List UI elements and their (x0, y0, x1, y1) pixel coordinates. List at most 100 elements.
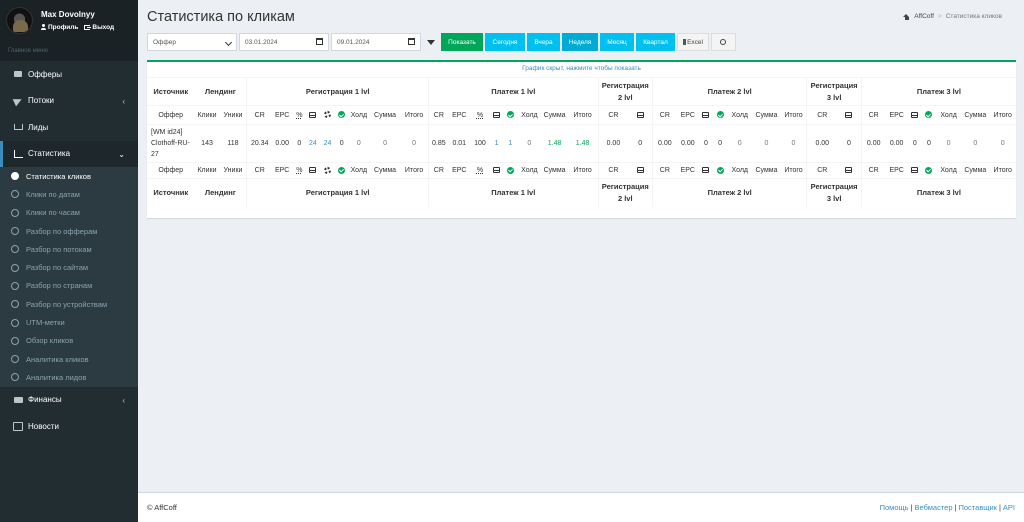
col-offer[interactable]: Оффер (147, 105, 195, 125)
cell-r1-gear[interactable]: 24 (319, 124, 336, 163)
col-p1-inbox[interactable] (490, 105, 504, 125)
col-r1-sum: Сумма (369, 162, 401, 179)
logout-link[interactable]: Выход (84, 24, 114, 31)
col-p3-inbox[interactable] (907, 105, 922, 125)
col-p2-sum[interactable]: Сумма (752, 105, 781, 125)
col-p2-total[interactable]: Итого (780, 105, 807, 125)
col-r1-gear[interactable] (319, 105, 336, 125)
profile-link[interactable]: Профиль (41, 24, 78, 31)
cell-p1-pct: 100 (469, 124, 491, 163)
footer-link-api[interactable]: API (1003, 503, 1015, 512)
col-r3-inbox[interactable] (837, 105, 862, 125)
calendar-icon[interactable] (316, 38, 323, 45)
date-to-input[interactable]: 09.01.2024 (331, 33, 421, 51)
yesterday-button[interactable]: Вчера (527, 33, 560, 51)
group-landing: Лендинг (194, 77, 247, 106)
sidebar-item-news[interactable]: Новости (0, 413, 138, 440)
sub-item-by-sites[interactable]: Разбор по сайтам (0, 258, 138, 276)
sub-item-by-offers[interactable]: Разбор по офферам (0, 222, 138, 240)
excel-button[interactable]: Excel (677, 33, 709, 51)
sub-item-by-streams[interactable]: Разбор по потокам (0, 240, 138, 258)
cell-r1-inbox[interactable]: 24 (306, 124, 320, 163)
sub-item-lead-analytics[interactable]: Аналитика лидов (0, 368, 138, 386)
sub-item-clicks-overview[interactable]: Обзор кликов (0, 332, 138, 350)
circle-icon (11, 355, 19, 364)
col-r1-total[interactable]: Итого (400, 105, 429, 125)
sub-item-by-devices[interactable]: Разбор по устройствам (0, 295, 138, 313)
col-r1-check[interactable] (335, 105, 348, 125)
col-p3-total[interactable]: Итого (989, 105, 1016, 125)
col-p1-hold[interactable]: Холд (517, 105, 542, 125)
sub-item-clicks-by-hour[interactable]: Клики по часам (0, 204, 138, 222)
chart-toggle-link[interactable]: График скрыт, нажмите чтобы показать (147, 65, 1016, 77)
col-p3-hold[interactable]: Холд (935, 105, 962, 125)
logout-label: Выход (92, 23, 115, 31)
cell-p1-inbox[interactable]: 1 (490, 124, 504, 163)
col-p1-check[interactable] (503, 105, 518, 125)
col-p2-epc[interactable]: EPC (676, 105, 699, 125)
cell-p1-epc: 0.01 (448, 124, 470, 163)
footer-link-help[interactable]: Помощь (880, 503, 909, 512)
offer-select[interactable]: Оффер (147, 33, 237, 51)
col-p3-sum[interactable]: Сумма (961, 105, 990, 125)
show-button[interactable]: Показать (441, 33, 483, 51)
col-r1-epc[interactable]: EPC (272, 105, 293, 125)
date-to-value: 09.01.2024 (337, 38, 370, 46)
cell-p3-inbox: 0 (907, 124, 922, 163)
col-p3-epc[interactable]: EPC (885, 105, 908, 125)
col-p1-total[interactable]: Итого (567, 105, 599, 125)
col-r2-cr[interactable]: CR (597, 105, 629, 125)
sidebar-item-label: Потоки (28, 96, 55, 106)
today-button[interactable]: Сегодня (485, 33, 525, 51)
col-r1-pct[interactable]: % (292, 105, 307, 125)
filter-icon[interactable] (423, 33, 439, 51)
col-r2-inbox[interactable] (628, 105, 653, 125)
col-r1-cr[interactable]: CR (246, 105, 273, 125)
user-panel: Max Dovolnyy Профиль Выход (0, 0, 138, 40)
sub-item-click-analytics[interactable]: Аналитика кликов (0, 350, 138, 368)
copyright: © AffCoff (147, 503, 177, 512)
col-uniq[interactable]: Уники (219, 105, 247, 125)
col-p1-cr[interactable]: CR (427, 105, 449, 125)
col-p1-sum[interactable]: Сумма (541, 105, 568, 125)
sub-item-utm[interactable]: UTM-метки (0, 313, 138, 331)
sidebar-item-leads[interactable]: Лиды (0, 114, 138, 141)
home-icon (903, 13, 910, 20)
week-button[interactable]: Неделя (562, 33, 598, 51)
settings-button[interactable] (711, 33, 736, 51)
col-p2-cr[interactable]: CR (651, 105, 677, 125)
col-p2-inbox[interactable] (698, 105, 714, 125)
sidebar-item-streams[interactable]: Потоки ‹ (0, 88, 138, 115)
group-reg3: Регистрация 3 lvl (806, 178, 862, 207)
month-button[interactable]: Месяц (600, 33, 634, 51)
sub-item-clicks-by-date[interactable]: Клики по датам (0, 185, 138, 203)
col-p3-check[interactable] (921, 105, 936, 125)
col-r3-cr[interactable]: CR (806, 105, 838, 125)
footer-links: Помощь | Вебмастер | Поставщик | API (880, 503, 1015, 512)
calendar-icon[interactable] (408, 38, 415, 45)
breadcrumb-home[interactable]: AffCoff (914, 13, 934, 20)
col-r1-inbox[interactable] (306, 105, 320, 125)
col-p2-hold[interactable]: Холд (727, 105, 753, 125)
date-from-input[interactable]: 03.01.2024 (239, 33, 329, 51)
col-r1-sum[interactable]: Сумма (369, 105, 401, 125)
cell-p1-check[interactable]: 1 (503, 124, 518, 163)
inbox-icon (845, 111, 853, 118)
quarter-button[interactable]: Квартал (636, 33, 675, 51)
col-p1-epc[interactable]: EPC (448, 105, 470, 125)
sub-item-click-stats[interactable]: Статистика кликов (0, 167, 138, 185)
cell-clicks: 143 (194, 124, 220, 163)
sidebar-item-finance[interactable]: Финансы ‹ (0, 387, 138, 414)
group-pay1: Платеж 1 lvl (428, 77, 599, 106)
col-p1-pct[interactable]: % (469, 105, 491, 125)
sub-item-by-countries[interactable]: Разбор по странам (0, 277, 138, 295)
col-p3-cr[interactable]: CR (860, 105, 886, 125)
col-r1-hold[interactable]: Холд (347, 105, 370, 125)
sidebar-item-offers[interactable]: Офферы (0, 61, 138, 88)
footer-link-supplier[interactable]: Поставщик (958, 503, 996, 512)
col-clicks[interactable]: Клики (194, 105, 220, 125)
col-p2-check[interactable] (713, 105, 728, 125)
circle-icon (11, 172, 19, 181)
footer-link-webmaster[interactable]: Вебмастер (915, 503, 953, 512)
sidebar-item-statistics[interactable]: Статистика ⌄ (0, 140, 138, 167)
